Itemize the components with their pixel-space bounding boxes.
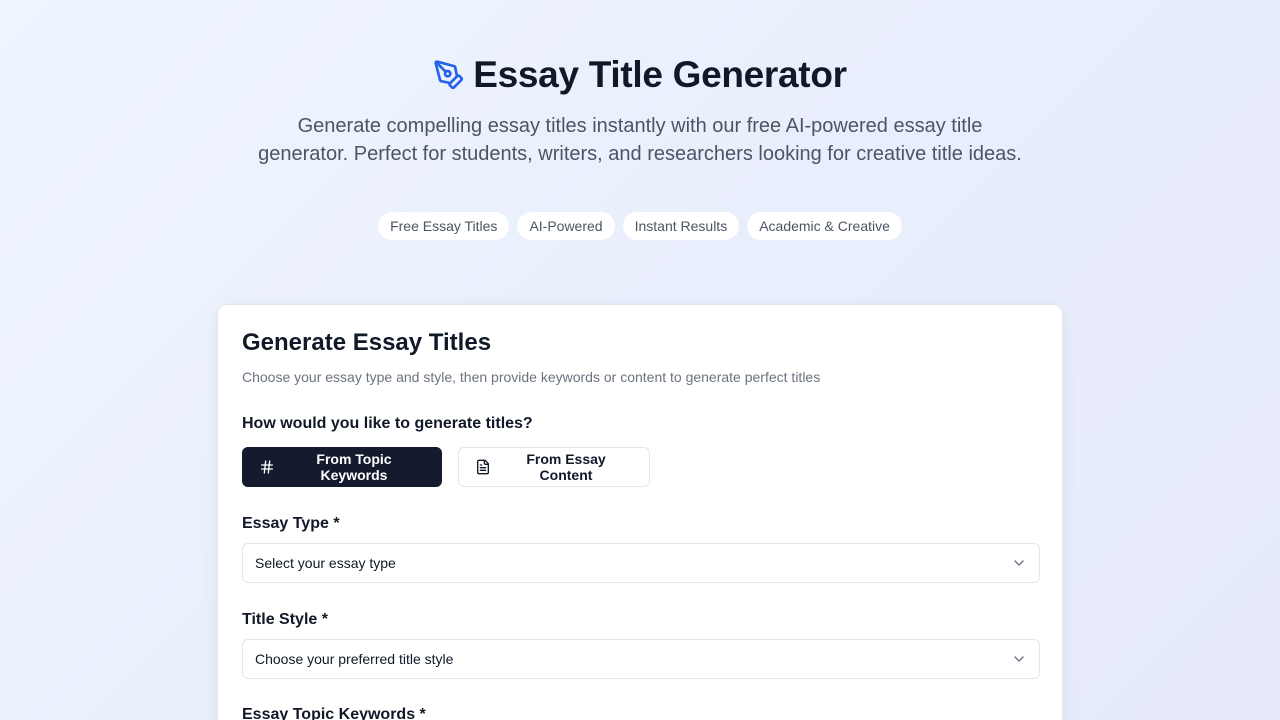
- feature-tag: Free Essay Titles: [378, 212, 510, 240]
- essay-type-label: Essay Type *: [242, 515, 340, 532]
- page-subtitle: Generate compelling essay titles instant…: [258, 115, 1022, 165]
- from-topic-keywords-button[interactable]: From Topic Keywords: [242, 447, 442, 487]
- essay-type-select[interactable]: Select your essay type: [242, 543, 1040, 583]
- hash-icon: [259, 459, 275, 475]
- feature-tags: Free Essay Titles AI-Powered Instant Res…: [0, 212, 1280, 240]
- title-style-placeholder: Choose your preferred title style: [255, 651, 454, 667]
- generator-card: Generate Essay Titles Choose your essay …: [217, 304, 1063, 720]
- title-style-select[interactable]: Choose your preferred title style: [242, 639, 1040, 679]
- card-description: Choose your essay type and style, then p…: [242, 369, 821, 385]
- document-icon: [475, 459, 491, 475]
- feature-tag: AI-Powered: [517, 212, 615, 240]
- essay-topic-keywords-label: Essay Topic Keywords *: [242, 706, 426, 720]
- mode-button-label: From Topic Keywords: [316, 451, 392, 483]
- title-style-label: Title Style *: [242, 611, 328, 628]
- feature-tag: Instant Results: [622, 212, 740, 240]
- page-title: Essay Title Generator: [473, 54, 847, 95]
- essay-type-placeholder: Select your essay type: [255, 555, 396, 571]
- chevron-down-icon: [1011, 651, 1027, 667]
- mode-button-label: From Essay Content: [526, 451, 606, 483]
- pen-tool-icon: [433, 59, 465, 91]
- hero-title-row: Essay Title Generator: [0, 54, 1280, 96]
- generation-method-label: How would you like to generate titles?: [242, 415, 533, 432]
- chevron-down-icon: [1011, 555, 1027, 571]
- feature-tag: Academic & Creative: [747, 212, 902, 240]
- from-essay-content-button[interactable]: From Essay Content: [458, 447, 650, 487]
- card-title: Generate Essay Titles: [242, 329, 492, 356]
